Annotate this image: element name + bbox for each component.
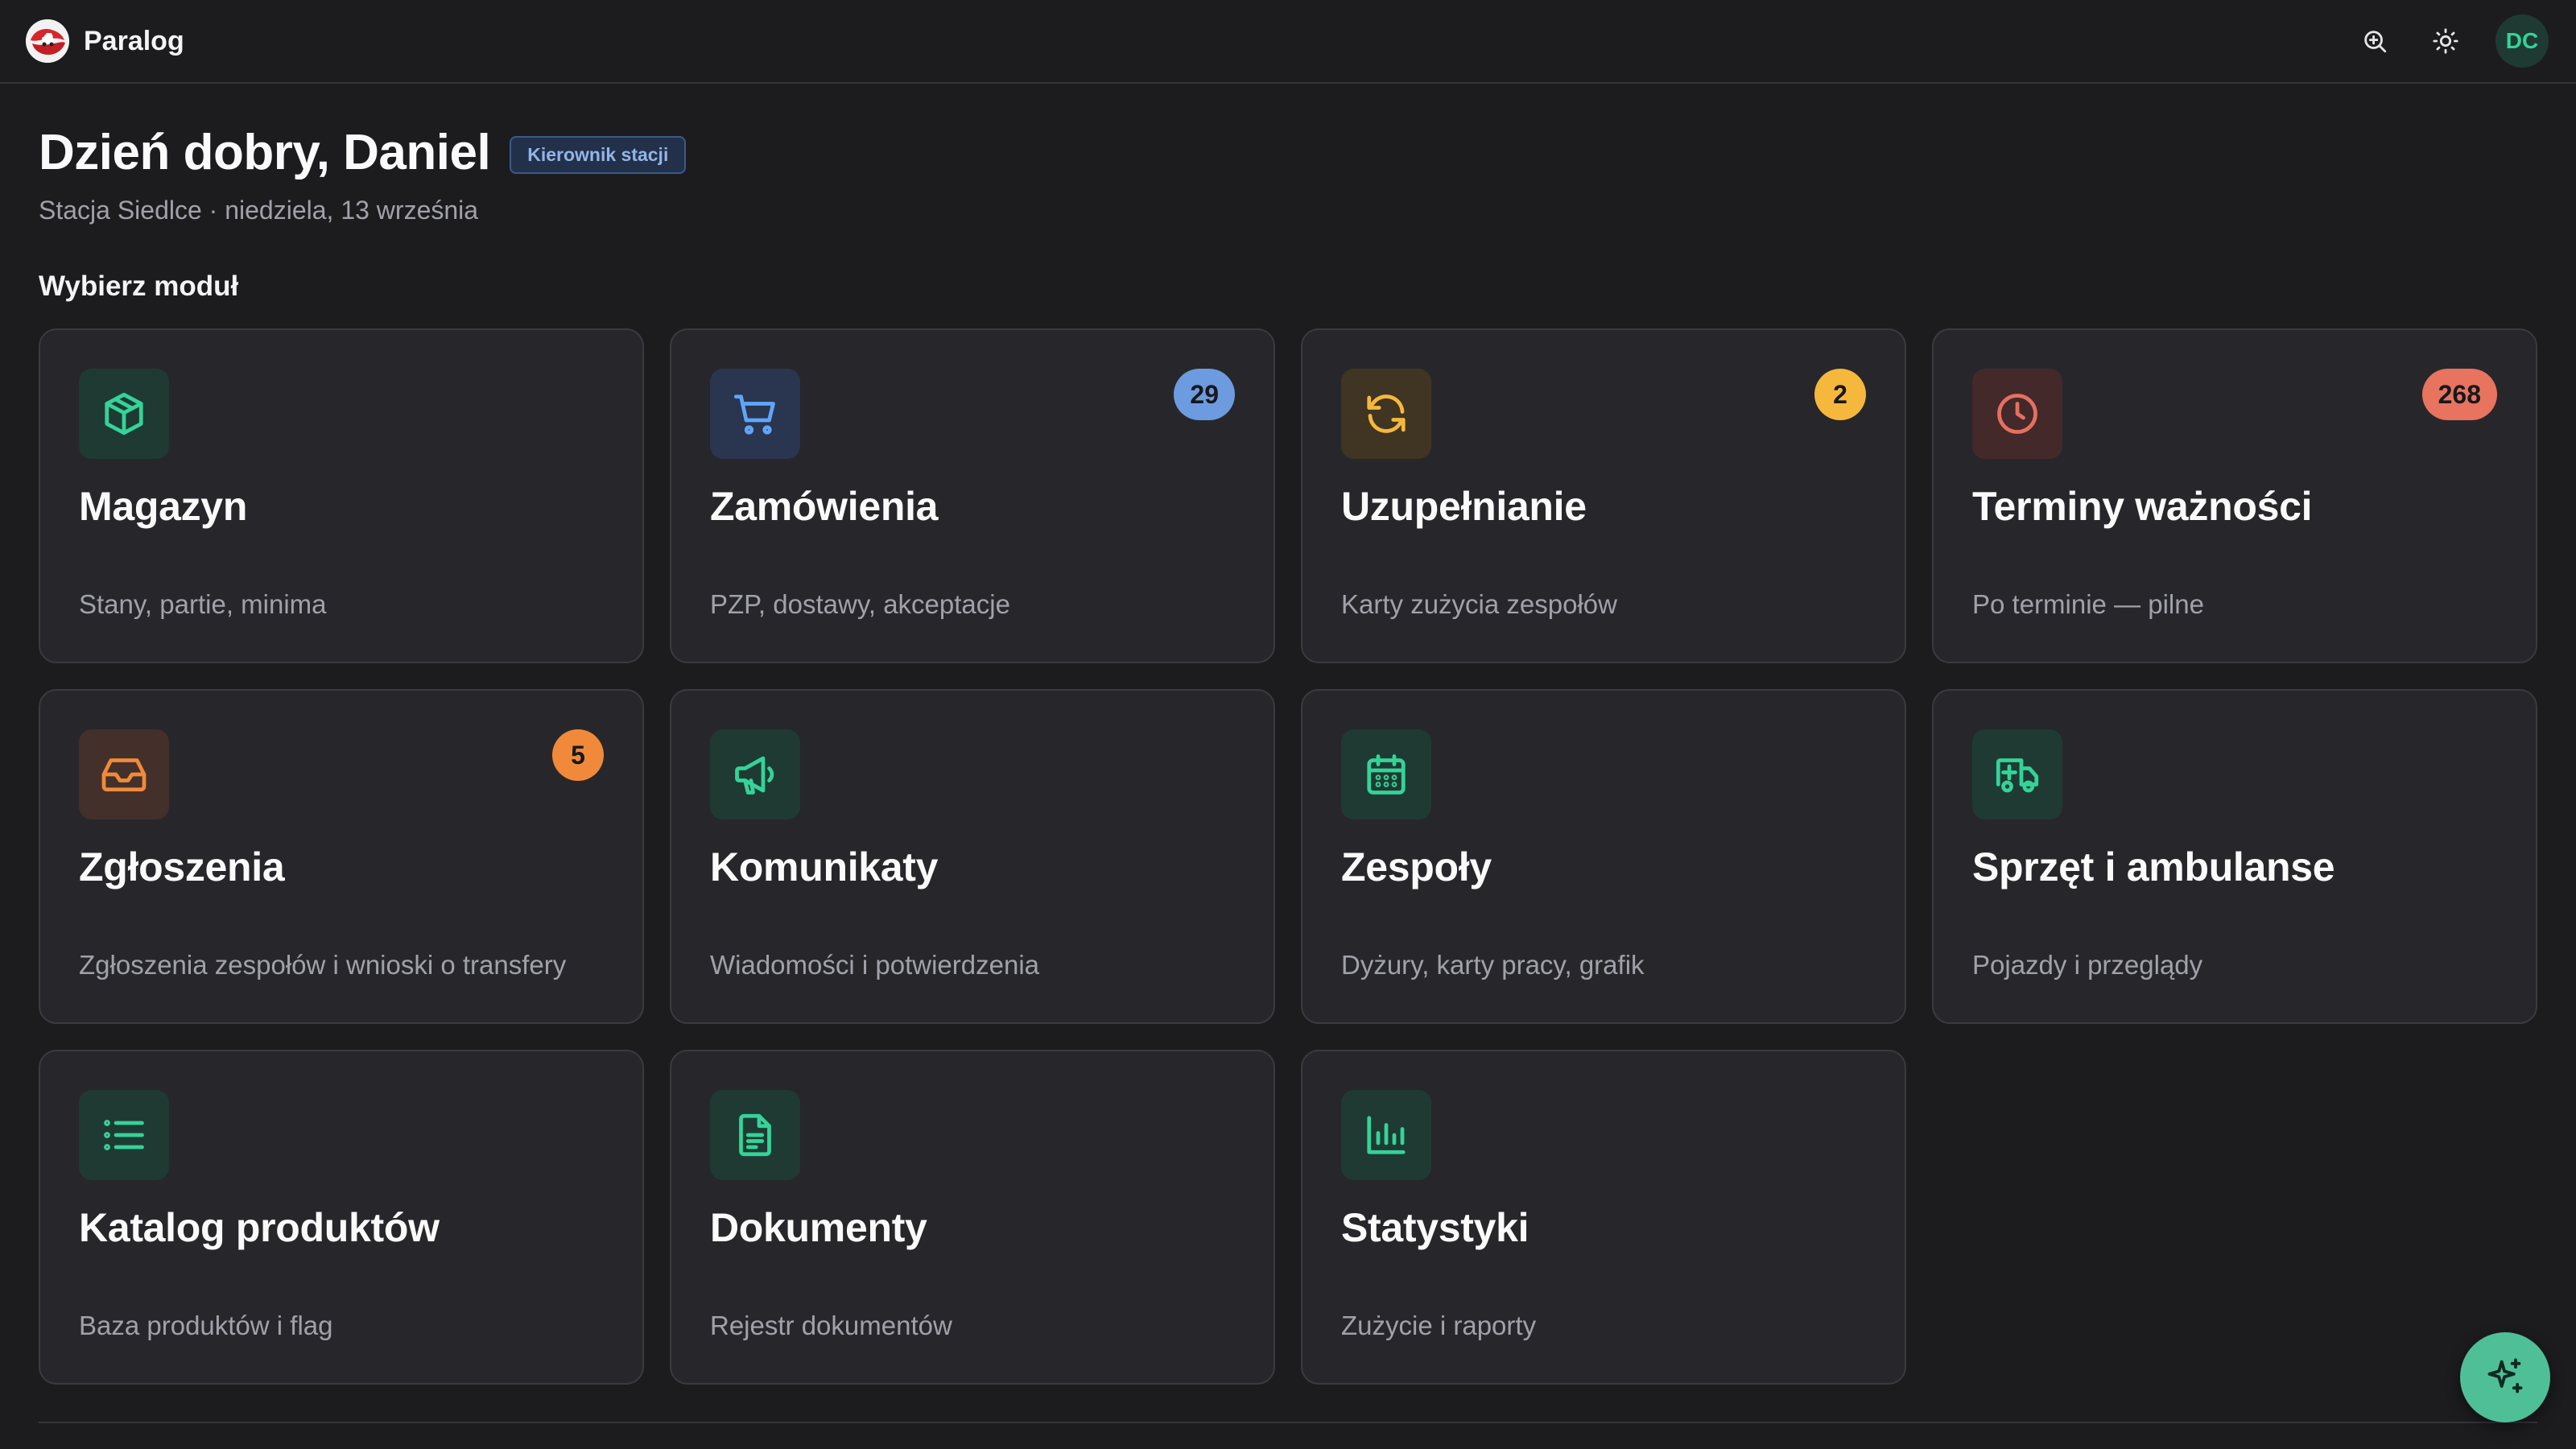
module-title: Statystyki (1341, 1205, 1530, 1250)
module-description: Zgłoszenia zespołów i wnioski o transfer… (79, 950, 567, 980)
module-card-6[interactable]: Komunikaty Wiadomości i potwierdzenia (670, 689, 1275, 1024)
module-title: Uzupełnianie (1341, 484, 1587, 529)
header-actions: DC (2351, 14, 2549, 68)
module-grid: Magazyn Stany, partie, minima Zamówienia PZ… (39, 328, 2537, 1385)
box-icon (79, 369, 169, 459)
module-title: Komunikaty (710, 844, 939, 890)
top-bar: Paralog DC (0, 0, 2576, 84)
section-title: Wybierz moduł (39, 270, 239, 302)
app-name: Paralog (84, 25, 184, 56)
module-title: Zespoły (1341, 844, 1492, 890)
module-description: Baza produktów i flag (79, 1311, 333, 1340)
module-title: Zamówienia (710, 484, 939, 529)
sun-icon[interactable] (2421, 17, 2470, 65)
module-description: Zużycie i raporty (1341, 1311, 1537, 1340)
module-title: Magazyn (79, 484, 248, 529)
module-card-2[interactable]: Zamówienia PZP, dostawy, akceptacje 29 (670, 328, 1275, 663)
module-card-8[interactable]: Sprzęt i ambulanse Pojazdy i przeglądy (1932, 689, 2537, 1024)
user-avatar[interactable]: DC (2496, 14, 2549, 68)
document-icon (710, 1090, 800, 1180)
brand[interactable]: Paralog (26, 19, 184, 63)
inbox-icon (79, 729, 169, 819)
module-description: PZP, dostawy, akceptacje (710, 589, 1010, 619)
module-title: Dokumenty (710, 1205, 927, 1250)
module-title: Sprzęt i ambulanse (1972, 844, 2335, 890)
ambulance-icon (1972, 729, 2062, 819)
module-card-9[interactable]: Katalog produktów Baza produktów i flag (39, 1050, 644, 1385)
module-description: Karty zużycia zespołów (1341, 589, 1617, 619)
module-title: Katalog produktów (79, 1205, 440, 1250)
count-badge: 29 (1174, 369, 1235, 420)
module-card-1[interactable]: Magazyn Stany, partie, minima (39, 328, 644, 663)
module-card-4[interactable]: Terminy ważności Po terminie — pilne 268 (1932, 328, 2537, 663)
module-card-10[interactable]: Dokumenty Rejestr dokumentów (670, 1050, 1275, 1385)
module-card-7[interactable]: Zespoły Dyżury, karty pracy, grafik (1301, 689, 1906, 1024)
refresh-icon (1341, 369, 1431, 459)
zoom-in-icon[interactable] (2351, 17, 2399, 65)
module-title: Terminy ważności (1972, 484, 2313, 529)
cart-icon (710, 369, 800, 459)
sparkles-icon (2484, 1355, 2526, 1401)
role-badge: Kierownik stacji (510, 136, 687, 174)
module-description: Rejestr dokumentów (710, 1311, 952, 1340)
module-description: Pojazdy i przeglądy (1972, 950, 2203, 980)
module-description: Dyżury, karty pracy, grafik (1341, 950, 1645, 980)
calendar-icon (1341, 729, 1431, 819)
clock-icon (1972, 369, 2062, 459)
module-title: Zgłoszenia (79, 844, 285, 890)
count-badge: 5 (552, 729, 604, 781)
list-icon (79, 1090, 169, 1180)
footer-divider (39, 1422, 2537, 1423)
greeting-row: Dzień dobry, Daniel Kierownik stacji (39, 124, 2537, 181)
assistant-button[interactable] (2460, 1332, 2550, 1422)
page-title: Dzień dobry, Daniel (39, 125, 491, 180)
module-description: Stany, partie, minima (79, 589, 327, 619)
count-badge: 268 (2421, 369, 2497, 420)
megaphone-icon (710, 729, 800, 819)
module-card-11[interactable]: Statystyki Zużycie i raporty (1301, 1050, 1906, 1385)
module-description: Wiadomości i potwierdzenia (710, 950, 1040, 980)
module-description: Po terminie — pilne (1972, 589, 2204, 619)
main-content: Dzień dobry, Daniel Kierownik stacji Sta… (39, 84, 2537, 1385)
station-date-subtitle: Stacja Siedlce · niedziela, 13 września (39, 196, 479, 225)
bar-chart-icon (1341, 1090, 1431, 1180)
count-badge: 2 (1814, 369, 1866, 420)
module-card-5[interactable]: Zgłoszenia Zgłoszenia zespołów i wnioski … (39, 689, 644, 1024)
module-card-3[interactable]: Uzupełnianie Karty zużycia zespołów 2 (1301, 328, 1906, 663)
app-logo (26, 19, 69, 63)
